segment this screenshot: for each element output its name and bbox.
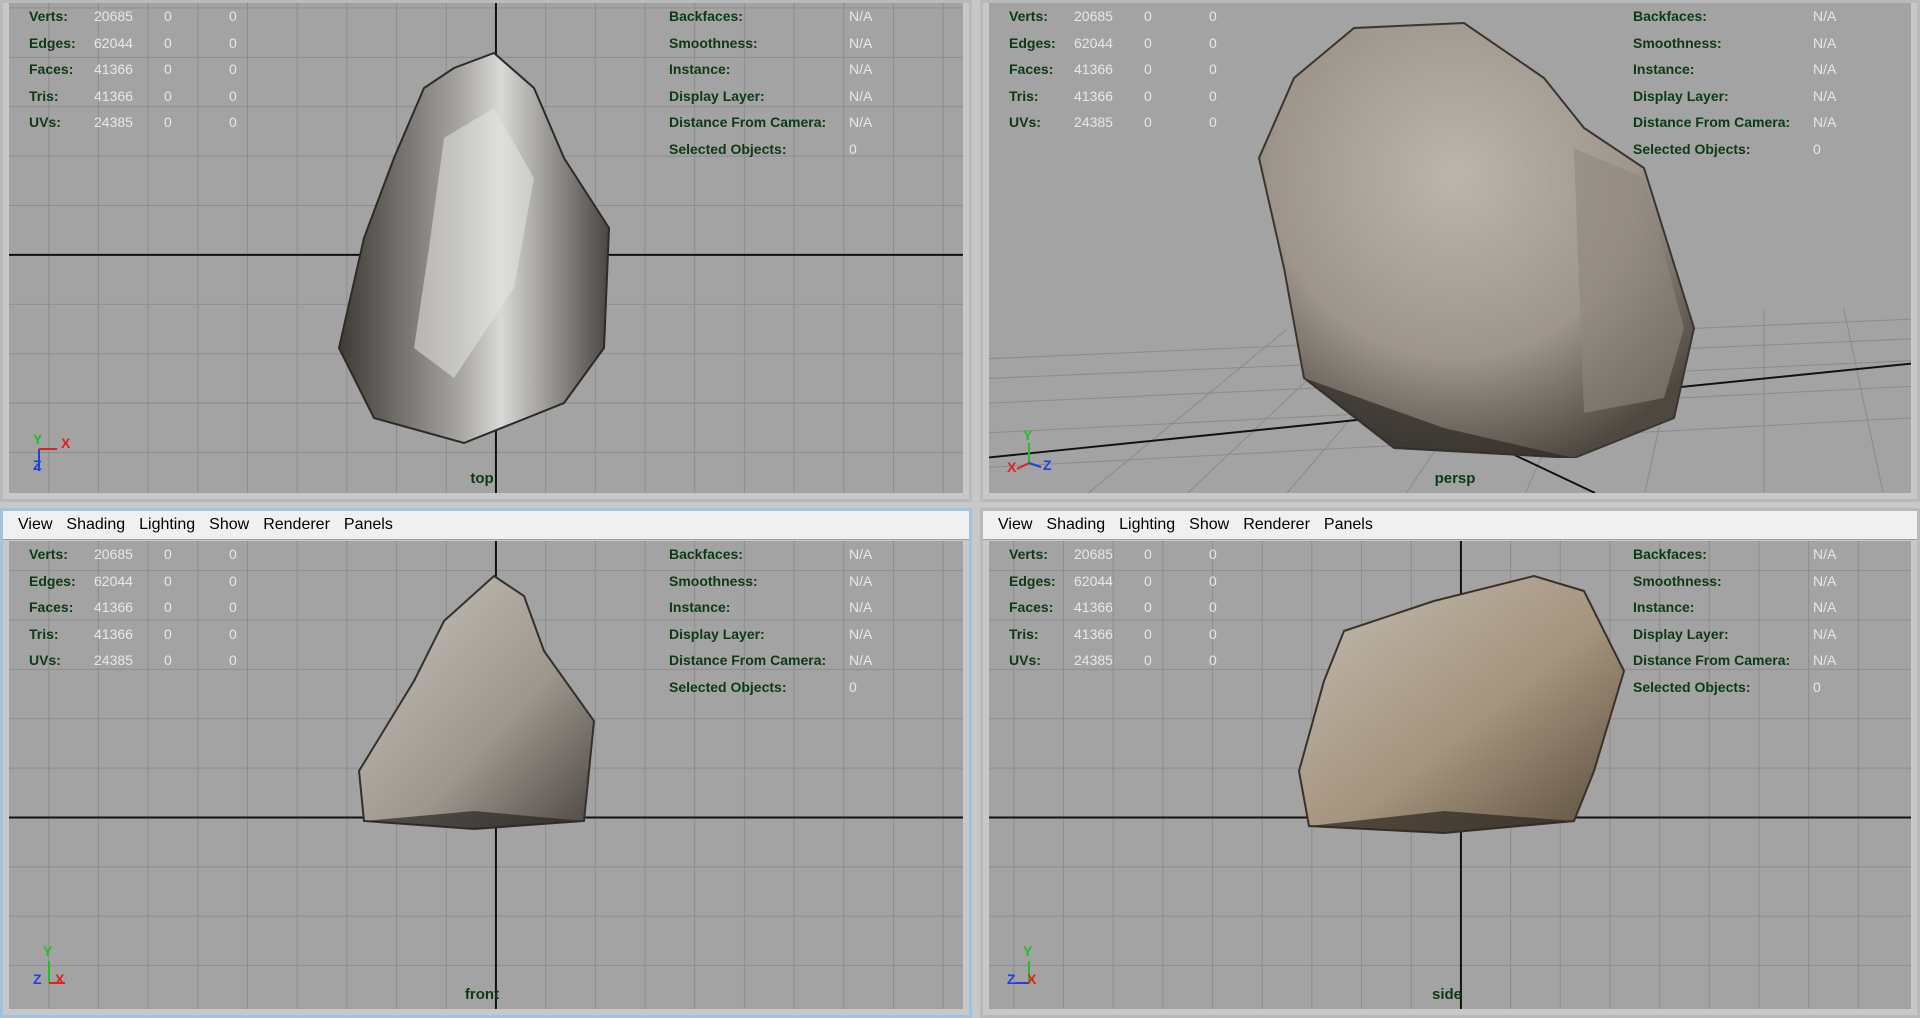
axis-gizmo-top: Y X Z: [33, 431, 71, 473]
viewport-front[interactable]: Verts: 20685 0 0 Edges: 62044 0 0 Faces: 41366 0…: [9, 541, 963, 1009]
menu-show[interactable]: Show: [1182, 516, 1236, 534]
menu-panels[interactable]: Panels: [1317, 516, 1380, 534]
menu-lighting[interactable]: Lighting: [132, 516, 202, 534]
rock-mesh-top[interactable]: [334, 48, 624, 448]
hud-poly-count-persp: Verts: 20685 0 0 Edges: 62044 0 0 Faces: 41366 0…: [1009, 8, 1217, 130]
menu-renderer[interactable]: Renderer: [256, 516, 337, 534]
menu-shading[interactable]: Shading: [59, 516, 132, 534]
hud-poly-count-front: Verts: 20685 0 0 Edges: 62044 0 0 Faces: 41366 0…: [29, 546, 237, 668]
rock-mesh-side[interactable]: [1294, 571, 1634, 836]
menu-view[interactable]: View: [991, 516, 1039, 534]
viewport-pane-persp[interactable]: Verts: 20685 0 0 Edges: 62044 0 0 Faces: 41366 0…: [980, 0, 1920, 502]
viewport-pane-front[interactable]: View Shading Lighting Show Renderer Pane…: [0, 508, 972, 1018]
panel-menubar-front: View Shading Lighting Show Renderer Pane…: [3, 511, 969, 540]
camera-label-persp: persp: [1434, 470, 1476, 487]
viewport-top[interactable]: Verts: 20685 0 0 Edges: 62044 0 0 Faces: 41366 0…: [9, 3, 963, 493]
viewport-pane-side[interactable]: View Shading Lighting Show Renderer Pane…: [980, 508, 1920, 1018]
viewport-pane-top[interactable]: Verts: 20685 0 0 Edges: 62044 0 0 Faces: 41366 0…: [0, 0, 972, 502]
camera-label-side: side: [1431, 986, 1463, 1003]
hud-object-details-side: Backfaces: N/A Smoothness: N/A Instance: N/…: [1633, 546, 1837, 695]
menu-view[interactable]: View: [11, 516, 59, 534]
axis-gizmo-side: Y Z X: [1007, 943, 1037, 987]
rock-mesh-front[interactable]: [354, 571, 604, 831]
hud-object-details-front: Backfaces: N/A Smoothness: N/A Instance: N/…: [669, 546, 873, 695]
axis-gizmo-persp: Y X Z: [1007, 427, 1052, 475]
axis-gizmo-front: Y Z X: [33, 943, 65, 987]
camera-label-top: top: [470, 470, 494, 487]
hud-poly-count-top: Verts: 20685 0 0 Edges: 62044 0 0 Faces: 41366 0…: [29, 8, 237, 130]
hud-object-details-persp: Backfaces: N/A Smoothness: N/A Instance: N/…: [1633, 8, 1837, 157]
menu-lighting[interactable]: Lighting: [1112, 516, 1182, 534]
camera-label-front: front: [464, 986, 500, 1003]
menu-shading[interactable]: Shading: [1039, 516, 1112, 534]
menu-show[interactable]: Show: [202, 516, 256, 534]
viewport-persp[interactable]: Verts: 20685 0 0 Edges: 62044 0 0 Faces: 41366 0…: [989, 3, 1911, 493]
menu-panels[interactable]: Panels: [337, 516, 400, 534]
hud-object-details-top: Backfaces: N/A Smoothness: N/A Instance: N/…: [669, 8, 873, 157]
hud-poly-count-side: Verts: 20685 0 0 Edges: 62044 0 0 Faces: 41366 0…: [1009, 546, 1217, 668]
menu-renderer[interactable]: Renderer: [1236, 516, 1317, 534]
viewport-side[interactable]: Verts: 20685 0 0 Edges: 62044 0 0 Faces: 41366 0…: [989, 541, 1911, 1009]
panel-menubar-side: View Shading Lighting Show Renderer Pane…: [983, 511, 1917, 540]
